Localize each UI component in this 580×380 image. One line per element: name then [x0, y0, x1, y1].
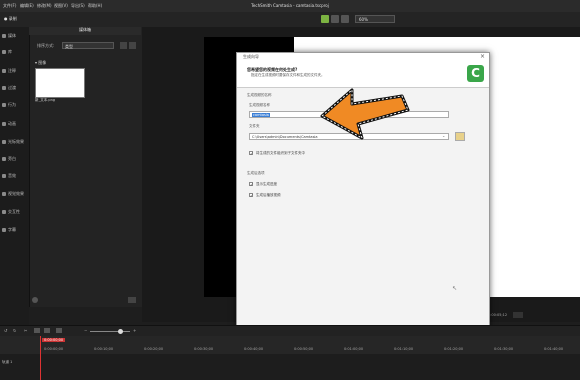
- cut-icon[interactable]: ✂: [24, 328, 27, 333]
- camtasia-logo-icon: C: [467, 65, 484, 82]
- snapshot-icon[interactable]: [56, 328, 62, 333]
- grid-view-icon[interactable]: [120, 42, 127, 49]
- zoom-out-icon[interactable]: −: [84, 328, 87, 333]
- dialog-title: 生成向导: [243, 54, 259, 59]
- sidebar-item-narration[interactable]: 旁白: [2, 155, 28, 163]
- ruler-tick: 0:01:40;00: [544, 347, 564, 351]
- list-view-icon[interactable]: [129, 42, 136, 49]
- sidebar-item-interactivity[interactable]: 交互性: [2, 208, 28, 216]
- section-post-options: 生成后选项: [247, 171, 265, 175]
- ruler-tick: 0:00:40;00: [244, 347, 264, 351]
- label-folder: 文件夹: [249, 124, 260, 128]
- media-bin-title: 媒体箱: [29, 27, 141, 35]
- transition-icon: [2, 86, 6, 90]
- track-label: 轨道 1: [2, 360, 13, 364]
- ruler-tick: 0:00:20;00: [144, 347, 164, 351]
- cursor-icon: [2, 140, 6, 144]
- timeline-tracks[interactable]: [0, 354, 580, 380]
- sidebar-item-cursor-effects[interactable]: 光标效果: [2, 138, 28, 146]
- ruler-tick: 0:00:00;00: [44, 347, 64, 351]
- record-button[interactable]: ● 录制: [4, 16, 17, 22]
- current-time-badge: 0:00:00;00: [42, 338, 66, 342]
- timeline-ruler: [0, 336, 580, 354]
- zoom-slider[interactable]: [90, 331, 130, 332]
- zoom-slider-handle[interactable]: [118, 329, 123, 334]
- sidebar-item-visual-effects[interactable]: 视觉效果: [2, 190, 28, 198]
- mouse-cursor-icon: ↖: [452, 285, 458, 292]
- sidebar-item-library[interactable]: 库: [2, 48, 28, 56]
- ruler-tick: 0:01:30;00: [494, 347, 514, 351]
- sidebar-item-animations[interactable]: 动画: [2, 120, 28, 128]
- visual-effects-icon: [2, 192, 6, 196]
- select-tool-icon[interactable]: [321, 15, 329, 23]
- bin-view-toggle-icon[interactable]: [128, 297, 136, 303]
- subfolder-checkbox[interactable]: ✓: [249, 151, 253, 156]
- annotation-icon: [2, 69, 6, 73]
- folder-browse-icon[interactable]: [455, 132, 465, 141]
- undo-icon[interactable]: ↺: [4, 328, 7, 333]
- interactivity-icon: [2, 210, 6, 214]
- copy-icon[interactable]: [34, 328, 40, 333]
- playhead[interactable]: [40, 336, 41, 380]
- preview-time: 0:00:05;12: [488, 313, 508, 317]
- ruler-tick: 0:01:10;00: [394, 347, 414, 351]
- arrow-annotation-icon: [320, 88, 410, 140]
- fit-canvas-button[interactable]: [513, 312, 523, 318]
- show-progress-label: 显示生成进度: [256, 182, 277, 186]
- redo-icon[interactable]: ↻: [13, 328, 16, 333]
- subfolder-label: 将生成的文件组织到子文件夹中: [256, 151, 305, 155]
- speaker-icon: [2, 174, 6, 178]
- window-title: TechSmith Camtasia - camtasia.tscproj: [251, 3, 329, 8]
- show-progress-checkbox[interactable]: ✓: [249, 182, 253, 187]
- play-video-label: 生成后播放视频: [256, 193, 281, 197]
- sidebar-item-behaviors[interactable]: 行为: [2, 101, 28, 109]
- chevron-down-icon[interactable]: ⌄: [442, 133, 445, 138]
- media-section-label: ▾ 图像: [35, 60, 47, 65]
- zoom-select[interactable]: 60%: [355, 15, 395, 23]
- close-icon[interactable]: ×: [480, 53, 485, 60]
- ruler-tick: 0:00:50;00: [294, 347, 314, 351]
- pan-tool-icon[interactable]: [331, 15, 339, 23]
- microphone-icon: [2, 157, 6, 161]
- behavior-icon: [2, 103, 6, 107]
- sidebar-item-transitions[interactable]: 过渡: [2, 84, 28, 92]
- section-file-name: 生成视频的名称: [247, 93, 272, 97]
- media-file-name: 新_文本.png: [35, 98, 56, 102]
- sort-label: 排序方式:: [37, 43, 55, 48]
- sidebar-item-audio-effects[interactable]: 音效: [2, 172, 28, 180]
- zoom-in-icon[interactable]: +: [133, 328, 136, 333]
- library-icon: [2, 50, 6, 54]
- ruler-tick: 0:01:20;00: [444, 347, 464, 351]
- label-name: 生成视频名称: [249, 103, 270, 107]
- sidebar-item-captions[interactable]: 字幕: [2, 226, 28, 234]
- sidebar-item-media[interactable]: 媒体: [2, 32, 28, 40]
- ruler-tick: 0:01:00;00: [344, 347, 364, 351]
- ruler-tick: 0:00:30;00: [194, 347, 214, 351]
- selected-text: camtasia: [252, 113, 270, 117]
- media-icon: [2, 34, 6, 38]
- crop-tool-icon[interactable]: [341, 15, 349, 23]
- sort-select[interactable]: 类型: [62, 42, 114, 49]
- add-media-icon[interactable]: [32, 297, 38, 303]
- captions-icon: [2, 228, 6, 232]
- sidebar-item-annotations[interactable]: 注释: [2, 67, 28, 75]
- paste-icon[interactable]: [44, 328, 50, 333]
- ruler-tick: 0:00:10;00: [94, 347, 114, 351]
- media-thumbnail[interactable]: [35, 68, 85, 98]
- play-video-checkbox[interactable]: ✓: [249, 193, 253, 198]
- animation-icon: [2, 122, 6, 126]
- dialog-subheading: 指定在生成视频时要保存文件和生成的文件夹。: [251, 73, 325, 77]
- toolbar: [0, 12, 580, 28]
